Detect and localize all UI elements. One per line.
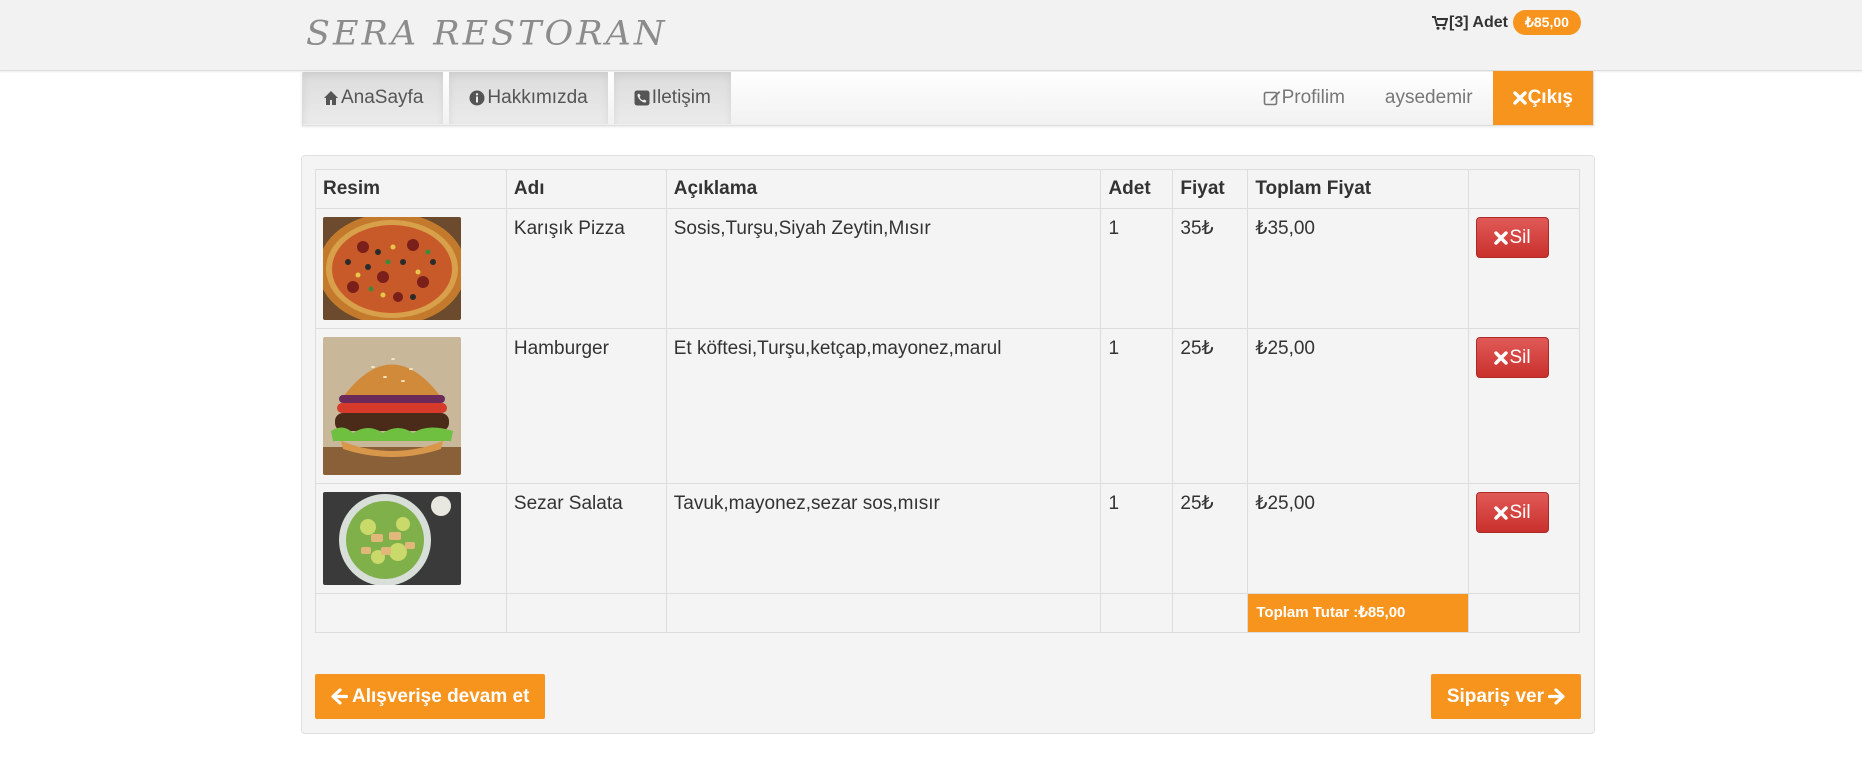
nav-item-contact[interactable]: Iletişim	[613, 72, 731, 124]
place-order-button[interactable]: Sipariş ver	[1430, 674, 1581, 719]
item-price: 35₺	[1172, 208, 1249, 329]
table-row: Sezar Salata Tavuk,mayonez,sezar sos,mıs…	[315, 483, 1580, 594]
delete-label: Sil	[1509, 226, 1531, 248]
continue-shopping-button[interactable]: Alışverişe devam et	[315, 674, 546, 719]
nav-item-about[interactable]: Hakkımızda	[449, 72, 608, 124]
column-header: Açıklama	[665, 169, 1102, 209]
cart-count: [3] Adet	[1449, 13, 1508, 31]
nav-left-group: AnaSayfa Hakkımızda Iletişim	[303, 72, 737, 124]
cart-panel: Resim Adı Açıklama Adet Fiyat Toplam Fiy…	[301, 155, 1595, 734]
item-total: ₺25,00	[1247, 328, 1469, 484]
close-icon	[1494, 350, 1509, 365]
table-row: Karışık Pizza Sosis,Turşu,Siyah Zeytin,M…	[315, 208, 1580, 329]
column-header: Toplam Fiyat	[1247, 169, 1469, 209]
nav-right-group: Profilim aysedemir Çıkış	[1243, 71, 1593, 125]
delete-button[interactable]: Sil	[1476, 492, 1549, 533]
salad-image	[323, 492, 461, 585]
nav-item-label: AnaSayfa	[341, 87, 424, 108]
delete-button[interactable]: Sil	[1476, 337, 1549, 378]
delete-label: Sil	[1509, 501, 1531, 523]
item-qty: 1	[1100, 208, 1174, 329]
close-icon	[1494, 505, 1509, 520]
item-price: 25₺	[1172, 483, 1249, 594]
info-icon	[469, 90, 485, 106]
pizza-image	[323, 217, 461, 320]
item-qty: 1	[1100, 328, 1174, 484]
delete-label: Sil	[1509, 346, 1531, 368]
item-total: ₺25,00	[1247, 483, 1469, 594]
brand-logo[interactable]: SERA RESTORAN	[306, 15, 667, 53]
item-name: Karışık Pizza	[505, 208, 667, 329]
home-icon	[324, 91, 338, 105]
logout-button[interactable]: Çıkış	[1492, 71, 1593, 125]
column-header	[1468, 169, 1580, 209]
column-header: Adı	[505, 169, 667, 209]
continue-shopping-label: Alışverişe devam et	[352, 685, 530, 707]
item-name: Sezar Salata	[505, 483, 667, 594]
arrow-left-icon	[331, 688, 348, 705]
table-total-row: Toplam Tutar :₺85,00	[315, 593, 1580, 633]
cart-total-badge: ₺85,00	[1512, 10, 1581, 35]
cart-summary[interactable]: [3] Adet ₺85,00	[1432, 10, 1581, 35]
arrow-right-icon	[1548, 688, 1565, 705]
item-name: Hamburger	[505, 328, 667, 484]
hamburger-image	[323, 337, 461, 475]
main-navbar: AnaSayfa Hakkımızda Iletişim Profilim ay…	[302, 71, 1594, 126]
top-header: SERA RESTORAN [3] Adet ₺85,00	[0, 0, 1862, 71]
item-description: Et köftesi,Turşu,ketçap,mayonez,marul	[665, 328, 1102, 484]
item-qty: 1	[1100, 483, 1174, 594]
item-total: ₺35,00	[1247, 208, 1469, 329]
nav-item-home[interactable]: AnaSayfa	[303, 72, 444, 124]
item-price: 25₺	[1172, 328, 1249, 484]
phone-icon	[634, 90, 650, 106]
column-header: Resim	[315, 169, 507, 209]
nav-username[interactable]: aysedemir	[1365, 72, 1493, 124]
nav-item-label: Hakkımızda	[487, 87, 588, 108]
place-order-label: Sipariş ver	[1446, 685, 1544, 707]
nav-profile-label: Profilim	[1281, 87, 1345, 108]
nav-item-label: Iletişim	[651, 87, 711, 108]
close-icon	[1494, 230, 1509, 245]
column-header: Fiyat	[1172, 169, 1249, 209]
table-row: Hamburger Et köftesi,Turşu,ketçap,mayone…	[315, 328, 1580, 484]
edit-icon	[1263, 91, 1280, 106]
delete-button[interactable]: Sil	[1476, 217, 1549, 258]
logout-label: Çıkış	[1527, 87, 1573, 108]
item-description: Sosis,Turşu,Siyah Zeytin,Mısır	[665, 208, 1102, 329]
nav-profile-link[interactable]: Profilim	[1243, 72, 1365, 124]
cart-table: Resim Adı Açıklama Adet Fiyat Toplam Fiy…	[315, 169, 1580, 633]
close-icon	[1512, 91, 1527, 105]
column-header: Adet	[1100, 169, 1174, 209]
shopping-cart-icon	[1432, 15, 1448, 30]
table-header-row: Resim Adı Açıklama Adet Fiyat Toplam Fiy…	[315, 169, 1580, 209]
grand-total-badge: Toplam Tutar :₺85,00	[1248, 594, 1468, 632]
item-description: Tavuk,mayonez,sezar sos,mısır	[665, 483, 1102, 594]
